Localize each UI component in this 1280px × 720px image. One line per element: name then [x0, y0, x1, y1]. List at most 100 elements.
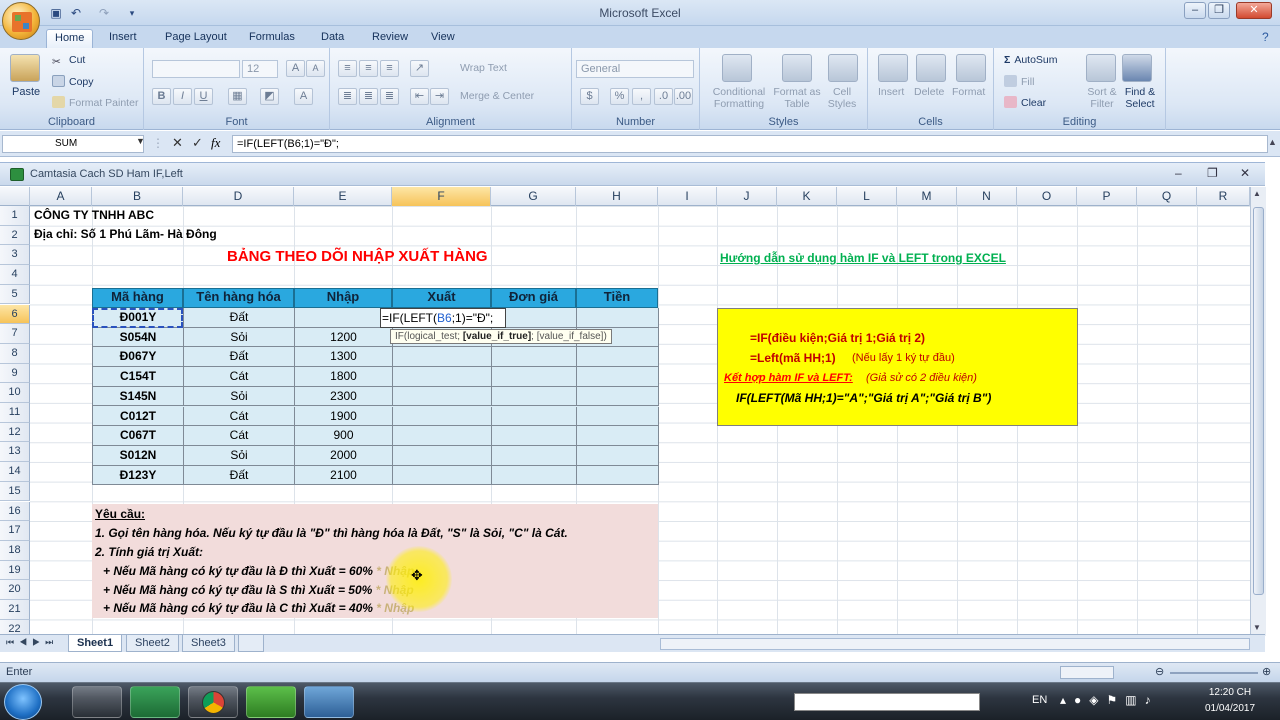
increase-indent-button[interactable]: ⇥	[430, 88, 449, 105]
table-cell[interactable]	[393, 367, 492, 387]
align-middle-button[interactable]: ≡	[359, 60, 378, 77]
bold-button[interactable]: B	[152, 88, 171, 105]
table-cell[interactable]	[295, 308, 393, 328]
cell-styles-button[interactable]: Cell Styles	[822, 86, 862, 110]
name-box-dropdown-icon[interactable]: ▼	[136, 136, 145, 146]
comma-button[interactable]: ,	[632, 88, 651, 105]
font-color-button[interactable]: A	[294, 88, 313, 105]
tab-formulas[interactable]: Formulas	[241, 29, 303, 48]
row-header[interactable]: 10	[0, 383, 30, 403]
table-cell[interactable]	[492, 465, 577, 486]
align-bottom-button[interactable]: ≡	[380, 60, 399, 77]
table-cell[interactable]	[577, 426, 659, 446]
table-cell[interactable]	[492, 347, 577, 368]
table-cell[interactable]: Sỏi	[184, 327, 295, 348]
table-cell[interactable]: Sỏi	[184, 445, 295, 466]
sheet-tab-1[interactable]: Sheet1	[68, 635, 123, 652]
delete-cells-icon[interactable]	[916, 54, 946, 82]
table-cell[interactable]: Đất	[184, 347, 295, 368]
vertical-scrollbar[interactable]: ▲ ▼	[1250, 187, 1266, 636]
clear-button[interactable]: Clear	[1004, 96, 1046, 109]
view-buttons[interactable]	[1060, 666, 1114, 679]
table-cell[interactable]	[577, 465, 659, 486]
sort-filter-icon[interactable]	[1086, 54, 1116, 82]
table-cell[interactable]	[393, 386, 492, 407]
table-cell[interactable]	[577, 445, 659, 466]
insert-cells-icon[interactable]	[878, 54, 908, 82]
italic-button[interactable]: I	[173, 88, 192, 105]
accounting-button[interactable]: $	[580, 88, 599, 105]
table-cell[interactable]: Đ067Y	[93, 347, 184, 368]
sheet-tab-2[interactable]: Sheet2	[126, 635, 179, 652]
row-header[interactable]: 19	[0, 560, 30, 581]
restore-button[interactable]: ❐	[1208, 2, 1230, 19]
tab-review[interactable]: Review	[364, 29, 416, 48]
wb-minimize-button[interactable]: –	[1175, 166, 1182, 180]
row-header[interactable]: 20	[0, 580, 30, 600]
table-cell[interactable]: C067T	[93, 426, 184, 446]
column-header[interactable]: N	[957, 187, 1017, 206]
conditional-formatting-icon[interactable]	[722, 54, 752, 82]
autosum-button[interactable]: Σ AutoSum	[1004, 54, 1058, 66]
start-button[interactable]	[4, 684, 42, 720]
align-right-button[interactable]: ≣	[380, 88, 399, 105]
grow-font-button[interactable]: A	[286, 60, 305, 77]
tab-data[interactable]: Data	[313, 29, 352, 48]
font-size-combo[interactable]: 12	[242, 60, 278, 78]
paste-button[interactable]: Paste	[12, 86, 40, 98]
table-cell[interactable]	[393, 426, 492, 446]
align-center-button[interactable]: ≣	[359, 88, 378, 105]
cut-button[interactable]: ✂ Cut	[52, 54, 85, 68]
column-header[interactable]: F	[392, 187, 491, 206]
row-header[interactable]: 18	[0, 540, 30, 561]
formula-options-icon[interactable]: ⋮	[152, 136, 164, 150]
underline-button[interactable]: U	[194, 88, 213, 105]
column-header[interactable]: B	[92, 187, 183, 206]
row-header[interactable]: 6	[0, 304, 30, 325]
row-header[interactable]: 13	[0, 442, 30, 463]
table-cell[interactable]: 1200	[295, 327, 393, 348]
table-cell[interactable]	[492, 426, 577, 446]
table-cell[interactable]	[393, 445, 492, 466]
table-cell[interactable]	[492, 406, 577, 427]
table-cell[interactable]: Cát	[184, 426, 295, 446]
column-header[interactable]: I	[658, 187, 717, 206]
column-header[interactable]: K	[777, 187, 837, 206]
horizontal-scrollbar[interactable]	[660, 638, 1250, 650]
close-button[interactable]: ✕	[1236, 2, 1272, 19]
number-format-combo[interactable]: General	[576, 60, 694, 78]
format-cells-button[interactable]: Format	[952, 86, 985, 98]
table-cell[interactable]: 1900	[295, 406, 393, 427]
table-cell[interactable]	[577, 386, 659, 407]
tab-view[interactable]: View	[423, 29, 463, 48]
borders-button[interactable]: ▦	[228, 88, 247, 105]
table-cell[interactable]	[393, 406, 492, 427]
format-table-icon[interactable]	[782, 54, 812, 82]
minimize-button[interactable]: –	[1184, 2, 1206, 19]
format-as-table-button[interactable]: Format as Table	[772, 86, 822, 110]
wb-close-button[interactable]: ✕	[1240, 166, 1250, 180]
editing-cell-f6[interactable]: =IF(LEFT(B6;1)="Đ";	[380, 308, 506, 328]
decrease-indent-button[interactable]: ⇤	[410, 88, 429, 105]
row-header[interactable]: 17	[0, 521, 30, 541]
row-header[interactable]: 5	[0, 284, 30, 305]
sort-filter-button[interactable]: Sort & Filter	[1082, 86, 1122, 110]
column-header[interactable]: G	[491, 187, 576, 206]
wrap-text-button[interactable]: Wrap Text	[460, 62, 507, 74]
table-cell[interactable]: Cát	[184, 406, 295, 427]
percent-button[interactable]: %	[610, 88, 629, 105]
decrease-decimal-button[interactable]: .00	[674, 88, 693, 105]
table-cell[interactable]: Đ123Y	[93, 465, 184, 486]
table-cell[interactable]: C012T	[93, 406, 184, 427]
language-indicator[interactable]: EN	[1032, 694, 1047, 706]
table-cell[interactable]: 900	[295, 426, 393, 446]
table-cell[interactable]: Cát	[184, 367, 295, 387]
column-header[interactable]: L	[837, 187, 897, 206]
column-header[interactable]: M	[897, 187, 957, 206]
tab-home[interactable]: Home	[46, 29, 94, 48]
scroll-up-icon[interactable]: ▲	[1253, 189, 1261, 198]
binoculars-icon[interactable]	[1122, 54, 1152, 82]
increase-decimal-button[interactable]: .0	[654, 88, 673, 105]
zoom-slider[interactable]	[1170, 672, 1258, 674]
row-header[interactable]: 4	[0, 265, 30, 285]
